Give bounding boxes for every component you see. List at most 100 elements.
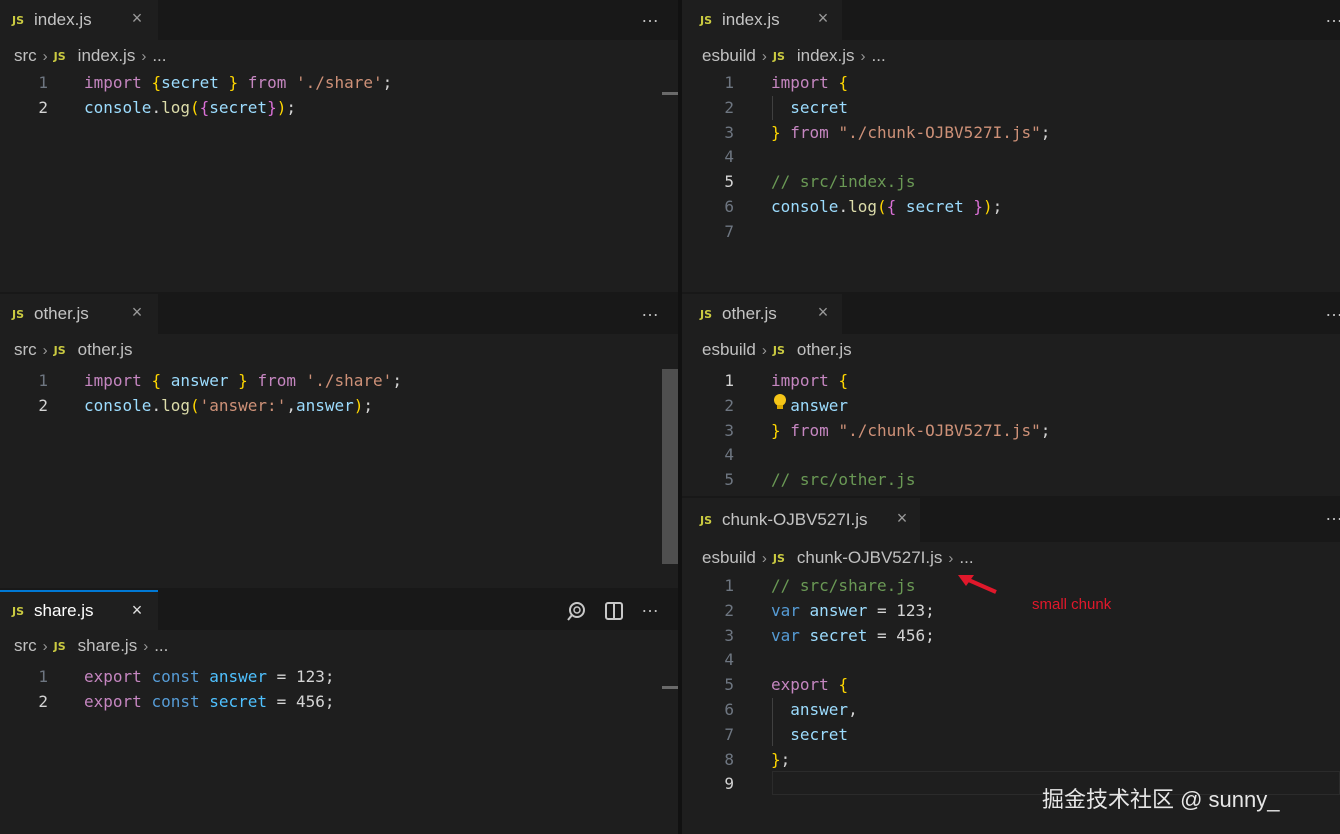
code-line[interactable]: 7 <box>682 220 1340 245</box>
code-token: } <box>973 196 983 216</box>
code-line[interactable]: 1 import { <box>682 71 1340 96</box>
close-icon[interactable]: × <box>892 508 912 529</box>
tab-share-js[interactable]: JS share.js × <box>0 590 158 630</box>
breadcrumb-file[interactable]: chunk-OJBV527I.js <box>797 548 943 568</box>
scrollbar[interactable] <box>660 334 678 588</box>
breadcrumb-file[interactable]: index.js <box>797 46 855 66</box>
code-token: { <box>838 73 849 92</box>
breadcrumb-symbol[interactable]: ... <box>872 46 886 66</box>
breadcrumb-folder[interactable]: src <box>14 46 37 66</box>
code-editor[interactable]: 1 import { answer } from './share'; 2 conso… <box>0 369 678 419</box>
code-line[interactable]: 2 secret <box>682 96 1340 121</box>
code-token: secret <box>209 691 268 711</box>
breadcrumb-file[interactable]: other.js <box>797 340 852 360</box>
chevron-right-icon: › <box>143 637 149 655</box>
code-line[interactable]: 2 var answer = 123; <box>682 599 1340 624</box>
code-line[interactable]: 8}; <box>682 748 1340 773</box>
close-icon[interactable]: × <box>127 302 147 323</box>
breadcrumb-folder[interactable]: src <box>14 636 37 656</box>
code-editor[interactable]: 1 import {2 secret 3} from "./chunk-OJBV52… <box>682 71 1340 245</box>
line-number: 5 <box>724 172 734 192</box>
line-number: 4 <box>724 445 734 465</box>
code-line[interactable]: 1 import { answer } from './share'; <box>0 369 678 394</box>
code-token: "./chunk-OJBV527I.js" <box>838 122 1041 142</box>
breadcrumb-symbol[interactable]: ... <box>152 46 166 66</box>
more-actions-icon[interactable]: … <box>641 596 660 617</box>
close-icon[interactable]: × <box>813 8 833 29</box>
close-icon[interactable]: × <box>127 600 147 621</box>
scrollbar-thumb[interactable] <box>662 369 678 564</box>
code-line[interactable]: 3 var secret = 456; <box>682 624 1340 649</box>
tab-index-js[interactable]: JS index.js × <box>0 0 158 40</box>
breadcrumb-file[interactable]: share.js <box>78 636 138 656</box>
editor-pane-left-index: JS index.js × … src › JS index.js › ... … <box>0 0 678 292</box>
code-line[interactable]: 6 answer, <box>682 698 1340 723</box>
close-icon[interactable]: × <box>127 8 147 29</box>
code-token: secret <box>209 97 268 117</box>
tab-other-js[interactable]: JS other.js × <box>682 294 842 334</box>
code-token: from <box>790 420 829 440</box>
open-changes-icon[interactable] <box>566 600 588 627</box>
tab-other-js[interactable]: JS other.js × <box>0 294 158 334</box>
chevron-right-icon: › <box>761 549 767 567</box>
tab-chunk-js[interactable]: JS chunk-OJBV527I.js × <box>682 498 920 542</box>
code-line[interactable]: 1 export const answer = 123; <box>0 665 678 690</box>
code-editor[interactable]: 1 // src/share.js 2 var answer = 123; 3 var s… <box>682 574 1340 797</box>
code-line[interactable]: 1 // src/share.js <box>682 574 1340 599</box>
breadcrumb-folder[interactable]: esbuild <box>702 548 756 568</box>
more-actions-icon[interactable]: … <box>1325 504 1340 525</box>
code-line[interactable]: 5 // src/other.js <box>682 468 1340 493</box>
breadcrumb-symbol[interactable]: ... <box>959 548 973 568</box>
scrollbar[interactable] <box>660 40 678 292</box>
code-line[interactable]: 2 console.log({secret}); <box>0 96 678 121</box>
code-editor[interactable]: 1 export const answer = 123; 2 export const… <box>0 665 678 715</box>
code-line[interactable]: 7 secret <box>682 723 1340 748</box>
editor-pane-left-share: JS share.js × … src › JS share.js › ... … <box>0 590 678 834</box>
code-line[interactable]: 4 <box>682 443 1340 468</box>
code-line[interactable]: 6 console.log({ secret }); <box>682 195 1340 220</box>
code-line[interactable]: 3} from "./chunk-OJBV527I.js"; <box>682 419 1340 444</box>
code-line[interactable]: 4 <box>682 648 1340 673</box>
code-token: answer <box>790 699 849 719</box>
code-token: './share' <box>295 73 383 92</box>
code-token: const <box>151 667 200 686</box>
code-line[interactable]: 2 answer <box>682 394 1340 419</box>
code-line[interactable]: 5 // src/index.js <box>682 170 1340 195</box>
breadcrumb: src › JS other.js <box>14 340 132 360</box>
code-line[interactable]: 2 export const secret = 456; <box>0 690 678 715</box>
more-actions-icon[interactable]: … <box>1325 6 1340 27</box>
code-text: import { answer } from './share'; <box>84 369 402 394</box>
close-icon[interactable]: × <box>813 302 833 323</box>
breadcrumb-folder[interactable]: esbuild <box>702 46 756 66</box>
more-actions-icon[interactable]: … <box>641 300 660 321</box>
code-line[interactable]: 4 <box>682 145 1340 170</box>
line-number: 7 <box>724 724 734 744</box>
code-token: log <box>161 395 190 415</box>
more-actions-icon[interactable]: … <box>1325 300 1340 321</box>
breadcrumb-file[interactable]: other.js <box>78 340 133 360</box>
split-editor-icon[interactable] <box>604 601 624 626</box>
code-editor[interactable]: 1 import {secret } from './share'; 2 consol… <box>0 71 678 121</box>
editor-pane-left-other: JS other.js × … src › JS other.js 1 impor… <box>0 294 678 588</box>
code-line[interactable]: 5 export { <box>682 673 1340 698</box>
code-line[interactable]: 2 console.log('answer:',answer); <box>0 394 678 419</box>
scrollbar[interactable] <box>660 630 678 834</box>
js-file-icon: JS <box>772 551 785 565</box>
tab-bar: JS chunk-OJBV527I.js × … <box>682 498 1340 542</box>
code-line[interactable]: 3} from "./chunk-OJBV527I.js"; <box>682 121 1340 146</box>
code-line[interactable]: 1 import { <box>682 369 1340 394</box>
scrollbar-thumb[interactable] <box>662 92 678 95</box>
code-line[interactable]: 1 import {secret } from './share'; <box>0 71 678 96</box>
breadcrumb-folder[interactable]: src <box>14 340 37 360</box>
breadcrumb-folder[interactable]: esbuild <box>702 340 756 360</box>
scrollbar-thumb[interactable] <box>662 686 678 689</box>
line-number: 1 <box>38 667 48 686</box>
js-file-icon: JS <box>12 604 25 618</box>
more-actions-icon[interactable]: … <box>641 6 660 27</box>
breadcrumb-file[interactable]: index.js <box>78 46 136 66</box>
tab-index-js[interactable]: JS index.js × <box>682 0 842 40</box>
breadcrumb-symbol[interactable]: ... <box>154 636 168 656</box>
code-editor[interactable]: 1 import {2 answer 3} from "./chunk-OJBV52… <box>682 369 1340 493</box>
